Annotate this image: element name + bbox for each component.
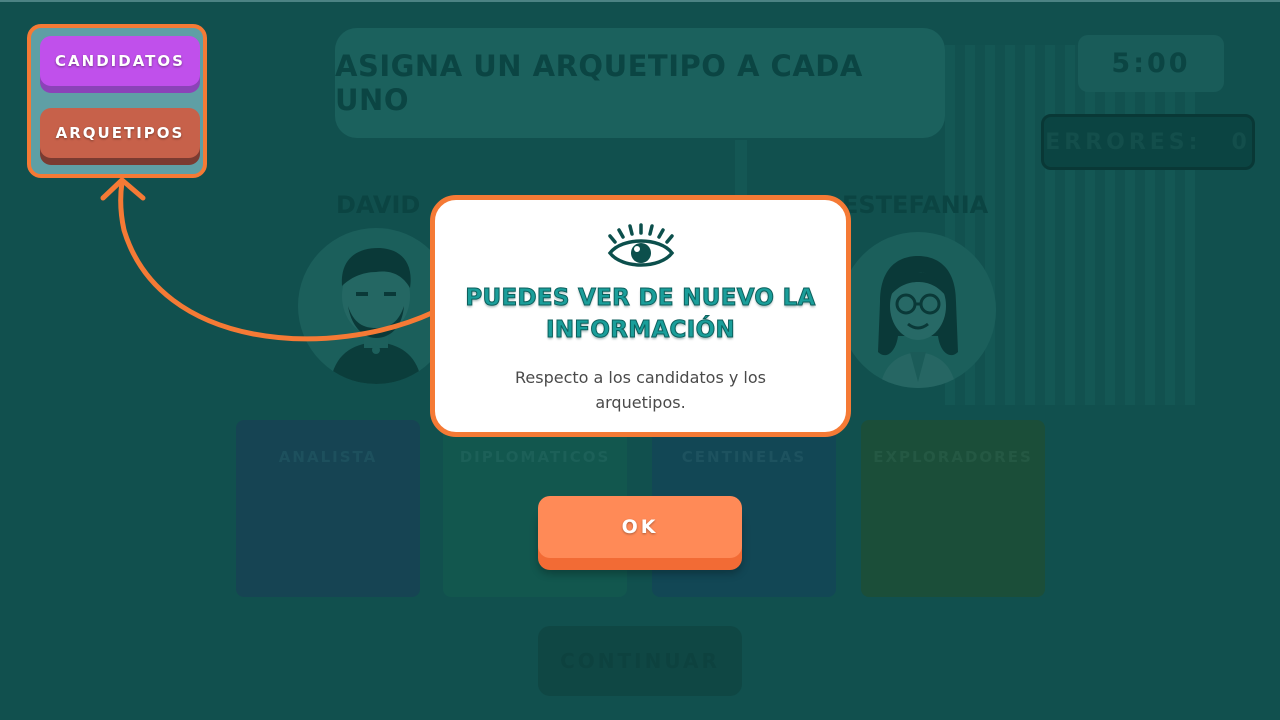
candidates-button[interactable]: CANDIDATOS <box>40 36 200 86</box>
archetypes-button[interactable]: ARQUETIPOS <box>40 108 200 158</box>
modal-body: Respecto a los candidatos y los arquetip… <box>495 365 786 415</box>
modal-body-line1: Respecto a los candidatos y los <box>515 368 766 387</box>
ok-button-label: OK <box>621 516 659 538</box>
info-menu-highlight: CANDIDATOS ARQUETIPOS <box>27 24 207 178</box>
ok-button[interactable]: OK <box>538 496 742 558</box>
modal-title-line2: INFORMACIÓN <box>545 317 735 344</box>
modal-title: PUEDES VER DE NUEVO LA INFORMACIÓN <box>435 282 846 346</box>
eye-icon <box>607 223 675 267</box>
info-modal: PUEDES VER DE NUEVO LA INFORMACIÓN Respe… <box>430 195 851 437</box>
archetypes-button-label: ARQUETIPOS <box>55 124 185 142</box>
modal-body-line2: arquetipos. <box>595 393 686 412</box>
candidates-button-label: CANDIDATOS <box>55 52 185 70</box>
modal-title-line1: PUEDES VER DE NUEVO LA <box>465 285 816 312</box>
